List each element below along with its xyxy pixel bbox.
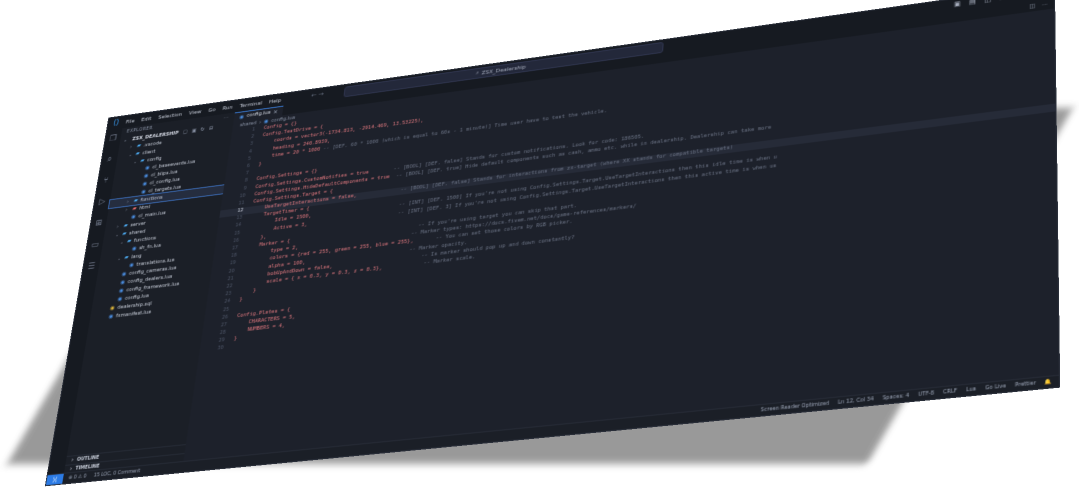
folder-icon: ▰ (122, 230, 127, 237)
more-actions-icon[interactable]: ··· (1042, 1, 1048, 8)
menu-view[interactable]: View (189, 108, 202, 116)
chevron-down-icon: ⌄ (128, 152, 133, 158)
source-control-icon[interactable]: ⑂ (103, 176, 109, 185)
split-editor-icon[interactable]: ◫ (1029, 3, 1035, 10)
tree-indent (125, 249, 129, 250)
vscode-window-wrapper: ⟨⟩ File Edit Selection View Go Run Termi… (45, 0, 1060, 486)
chevron-right-icon: › (71, 457, 74, 463)
menu-help[interactable]: Help (269, 97, 282, 105)
customize-layout-icon[interactable]: ⊞ (999, 0, 1005, 2)
breadcrumb-separator-icon: › (259, 120, 262, 126)
collapse-all-icon[interactable]: ⊟ (209, 125, 214, 131)
chevron-down-icon: ⌄ (133, 159, 138, 165)
more-actions-icon[interactable]: ··· (223, 115, 229, 121)
chevron-right-icon: › (125, 207, 130, 213)
folder-icon: ▰ (124, 254, 129, 261)
split-icon[interactable]: ◫ (984, 0, 991, 4)
menu-edit[interactable]: Edit (141, 115, 152, 122)
lua-file-icon: ◉ (131, 245, 137, 252)
problems-indicator[interactable]: ⊗ 0 ⚠ 0 (68, 473, 87, 481)
chevron-down-icon: ⌄ (120, 239, 125, 245)
explorer-icon[interactable]: ❐ (109, 134, 117, 144)
lua-file-icon: ◉ (118, 287, 124, 294)
search-icon: ⌕ (475, 70, 479, 78)
tree-item-label: fxmanifest.lua (116, 309, 152, 319)
lua-file-icon: ◉ (117, 296, 123, 303)
folder-icon: ▰ (135, 150, 140, 157)
loc-indicator[interactable]: 15 LOC, 0 Comment (93, 468, 140, 478)
lua-file-icon: ◉ (239, 113, 245, 120)
layout-icon[interactable]: ▣ (954, 0, 961, 8)
folder-icon: ▰ (127, 238, 132, 245)
stage: ⟨⟩ File Edit Selection View Go Run Termi… (0, 0, 1079, 493)
tree-indent (103, 309, 107, 310)
lua-file-icon: ◉ (263, 118, 269, 125)
tree-indent (113, 283, 117, 284)
indentation[interactable]: Spaces: 4 (882, 393, 909, 402)
panel-icon[interactable]: ▤ (969, 0, 976, 6)
prettier-indicator[interactable]: Prettier (1015, 380, 1036, 389)
chevron-down-icon: ⌄ (123, 137, 128, 143)
folder-icon: ▰ (136, 143, 141, 150)
chevron-right-icon: › (130, 144, 135, 150)
tree-indent (124, 217, 128, 218)
run-debug-icon[interactable]: ▷ (98, 197, 105, 207)
lua-file-icon: ◉ (141, 188, 147, 195)
nav-back-forward-icon[interactable]: ← → (311, 90, 324, 99)
html-folder-icon: ▰ (132, 205, 137, 212)
close-tab-icon[interactable]: ✕ (273, 109, 278, 116)
tree-indent (115, 275, 119, 276)
tree-indent (122, 266, 126, 267)
menu-terminal[interactable]: Terminal (239, 100, 262, 109)
tree-indent (112, 291, 116, 292)
notifications-icon[interactable]: 🔔 (1045, 379, 1052, 386)
folder-icon: ▰ (123, 222, 128, 229)
tree-indent (137, 177, 141, 178)
tree-indent (111, 300, 115, 301)
sql-file-icon: ◉ (109, 305, 115, 312)
menu-run[interactable]: Run (222, 104, 233, 112)
lua-file-icon: ◉ (120, 279, 126, 286)
outline-activity-icon[interactable]: ☰ (87, 262, 96, 272)
lua-file-icon: ◉ (108, 313, 114, 320)
lua-file-icon: ◉ (129, 262, 135, 269)
chevron-down-icon: ⌄ (117, 255, 122, 261)
menu-selection[interactable]: Selection (158, 111, 183, 120)
menu-go[interactable]: Go (208, 106, 216, 113)
folder-icon: ▰ (133, 197, 138, 204)
encoding[interactable]: UTF-8 (918, 390, 934, 398)
extensions-icon[interactable]: ⊞ (95, 219, 103, 229)
line-ending[interactable]: CRLF (943, 388, 957, 396)
tree-indent (102, 317, 106, 318)
lua-file-icon: ◉ (143, 172, 149, 179)
go-live-button[interactable]: Go Live (985, 383, 1006, 392)
language-mode[interactable]: Lua (966, 386, 976, 393)
remote-explorer-icon[interactable]: ▭ (90, 240, 99, 250)
lua-file-icon: ◉ (131, 213, 137, 220)
remote-indicator-icon[interactable]: ⟩⟨ (46, 474, 64, 485)
new-folder-icon[interactable]: ▣ (191, 128, 196, 134)
new-file-icon[interactable]: ▢ (183, 129, 188, 135)
search-activity-icon[interactable]: ⌕ (107, 155, 113, 164)
tree-item-label: lang (131, 253, 142, 260)
vscode-logo-icon: ⟨⟩ (112, 118, 119, 127)
lua-file-icon: ◉ (121, 271, 127, 278)
lua-file-icon: ◉ (145, 165, 151, 172)
tree-indent (138, 169, 142, 170)
menu-file[interactable]: File (125, 118, 135, 125)
chevron-right-icon: › (126, 199, 131, 205)
cursor-position[interactable]: Ln 12, Col 34 (838, 396, 874, 406)
chevron-down-icon: ⌄ (115, 232, 120, 238)
lua-file-icon: ◉ (142, 180, 148, 187)
folder-icon: ▰ (140, 157, 145, 164)
tree-indent (136, 185, 140, 186)
tree-indent (134, 193, 138, 194)
vscode-window: ⟨⟩ File Edit Selection View Go Run Termi… (45, 0, 1060, 486)
chevron-right-icon: › (116, 224, 121, 230)
refresh-icon[interactable]: ↻ (200, 126, 205, 132)
